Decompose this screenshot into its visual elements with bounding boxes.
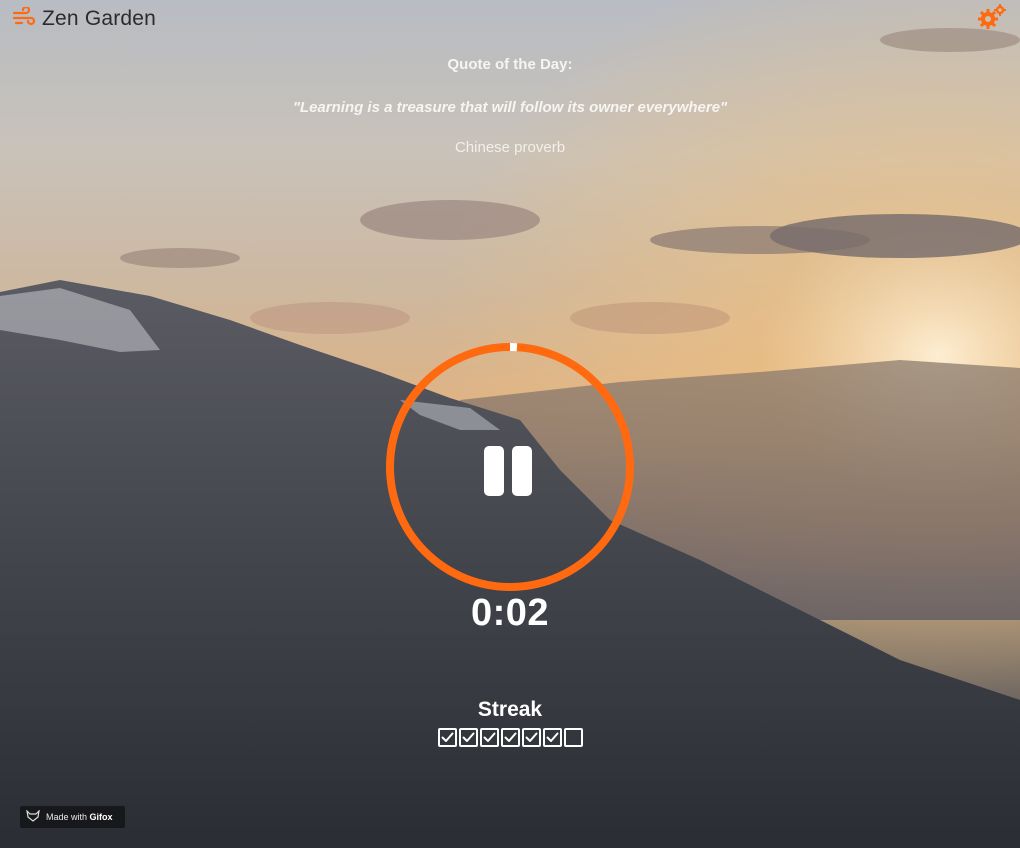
streak-day-7 [563,728,583,747]
pause-button[interactable] [484,446,536,498]
check-icon [441,732,453,742]
streak-day-5 [521,728,541,747]
quote-of-the-day: Quote of the Day: "Learning is a treasur… [0,56,1020,156]
wind-icon [12,5,36,32]
quote-text: "Learning is a treasure that will follow… [292,99,728,116]
app-header: Zen Garden [0,0,1020,38]
streak-day-3 [479,728,499,747]
gears-icon [976,3,1008,36]
pause-icon [484,446,504,496]
badge-brand: Gifox [89,812,113,822]
fox-icon [26,809,40,824]
streak-day-2 [458,728,478,747]
streak-day-1 [437,728,457,747]
check-icon [504,732,516,742]
streak-day-6 [542,728,562,747]
brand[interactable]: Zen Garden [12,5,157,32]
badge-text: Made with Gifox [46,812,113,822]
check-icon [525,732,537,742]
streak-days [437,728,583,747]
badge-prefix: Made with [46,812,88,822]
streak-day-4 [500,728,520,747]
check-icon [483,732,495,742]
quote-heading: Quote of the Day: [447,56,573,73]
pause-icon-bar [512,446,532,496]
streak-title: Streak [477,698,543,721]
check-icon [546,732,558,742]
app-title: Zen Garden [42,7,157,30]
quote-author: Chinese proverb [454,139,566,156]
check-icon [462,732,474,742]
settings-button[interactable] [976,3,1008,35]
gifox-watermark: Made with Gifox [20,806,125,828]
streak-section: Streak [0,698,1020,748]
elapsed-time: 0:02 [470,592,550,634]
